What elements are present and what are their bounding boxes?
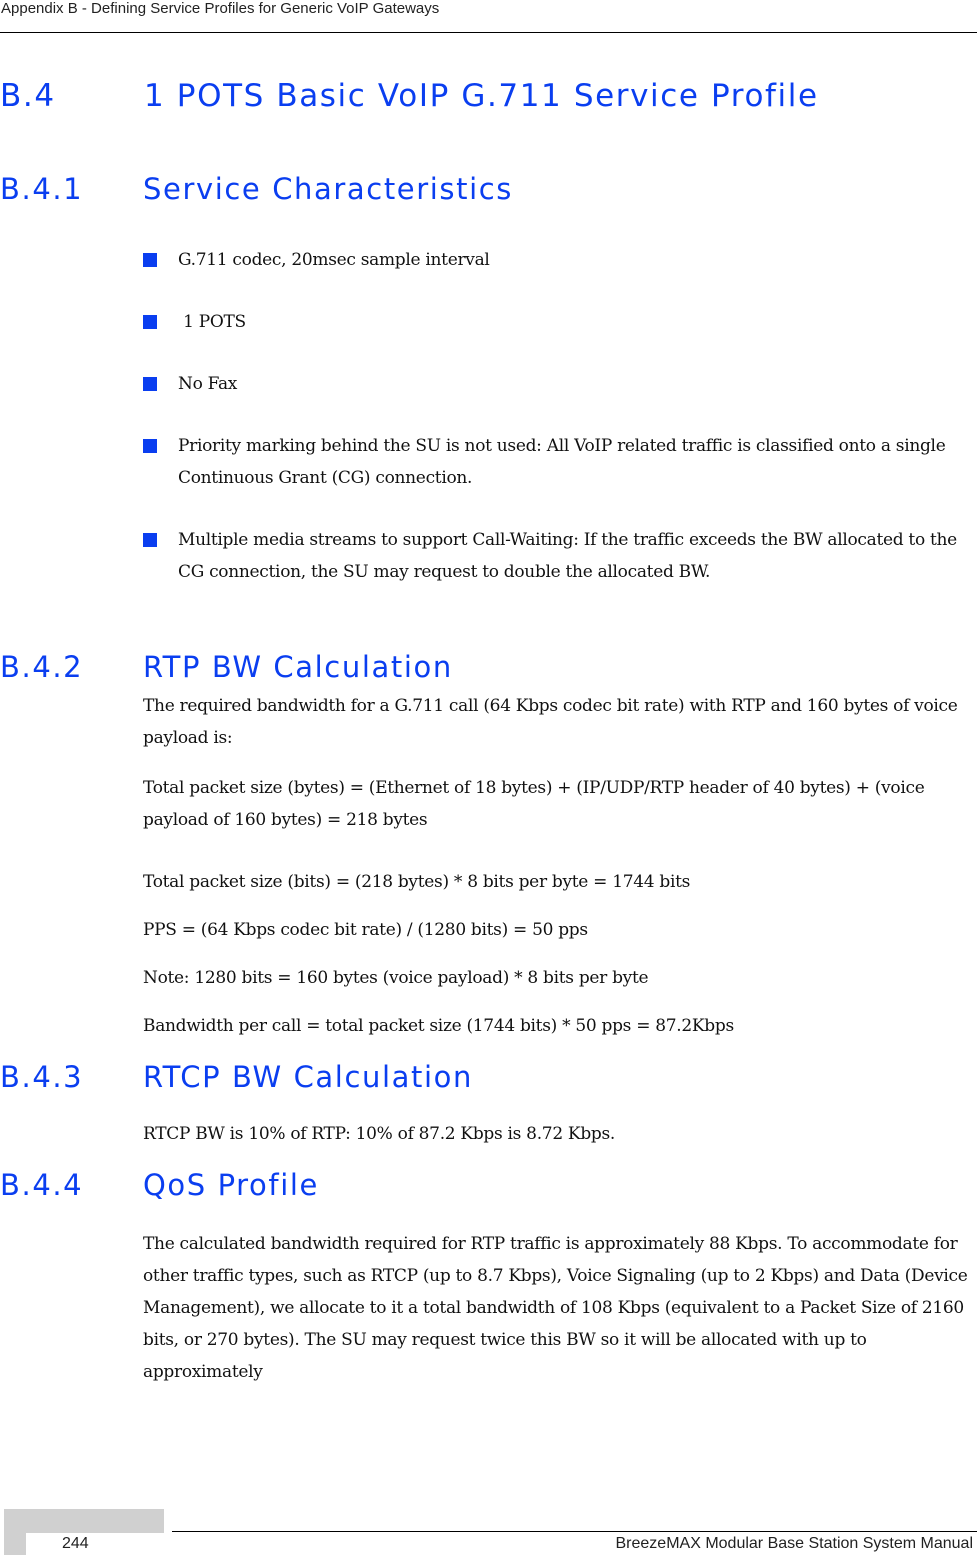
paragraph: The required bandwidth for a G.711 call … bbox=[143, 696, 958, 748]
subsection-title: Service Characteristics bbox=[143, 172, 514, 206]
page-number: 244 bbox=[62, 1535, 89, 1552]
paragraph: PPS = (64 Kbps codec bit rate) / (1280 b… bbox=[143, 920, 588, 940]
manual-title: BreezeMAX Modular Base Station System Ma… bbox=[615, 1535, 974, 1552]
section-title: 1 POTS Basic VoIP G.711 Service Profile bbox=[144, 78, 819, 114]
section-number: B.4 bbox=[0, 78, 56, 114]
bullet-square-icon bbox=[143, 377, 157, 391]
bullet-text: 1 POTS bbox=[178, 312, 246, 332]
subsection-number: B.4.1 bbox=[0, 172, 84, 206]
subsection-title: QoS Profile bbox=[143, 1168, 319, 1202]
paragraph: The calculated bandwidth required for RT… bbox=[143, 1234, 968, 1382]
bullet-square-icon bbox=[143, 253, 157, 267]
subsection-number: B.4.3 bbox=[0, 1060, 84, 1094]
paragraph: Total packet size (bits) = (218 bytes) *… bbox=[143, 872, 691, 892]
footer-page-tab bbox=[4, 1509, 164, 1533]
bullet-square-icon bbox=[143, 439, 157, 453]
bullet-square-icon bbox=[143, 315, 157, 329]
subsection-title: RTP BW Calculation bbox=[143, 650, 453, 684]
subsection-title: RTCP BW Calculation bbox=[143, 1060, 473, 1094]
paragraph: Bandwidth per call = total packet size (… bbox=[143, 1016, 734, 1036]
footer-divider bbox=[172, 1531, 977, 1532]
paragraph: Total packet size (bytes) = (Ethernet of… bbox=[143, 778, 925, 830]
header-divider bbox=[0, 32, 977, 33]
bullet-text: No Fax bbox=[178, 374, 238, 394]
bullet-text: Multiple media streams to support Call-W… bbox=[178, 530, 957, 582]
footer-page-tab-side bbox=[4, 1533, 26, 1555]
running-header-title: Appendix B - Defining Service Profiles f… bbox=[1, 0, 440, 17]
bullet-text: G.711 codec, 20msec sample interval bbox=[178, 250, 490, 270]
bullet-text: Priority marking behind the SU is not us… bbox=[178, 436, 946, 488]
paragraph: Note: 1280 bits = 160 bytes (voice paylo… bbox=[143, 968, 649, 988]
bullet-square-icon bbox=[143, 533, 157, 547]
paragraph: RTCP BW is 10% of RTP: 10% of 87.2 Kbps … bbox=[143, 1124, 616, 1144]
subsection-number: B.4.4 bbox=[0, 1168, 84, 1202]
subsection-number: B.4.2 bbox=[0, 650, 84, 684]
